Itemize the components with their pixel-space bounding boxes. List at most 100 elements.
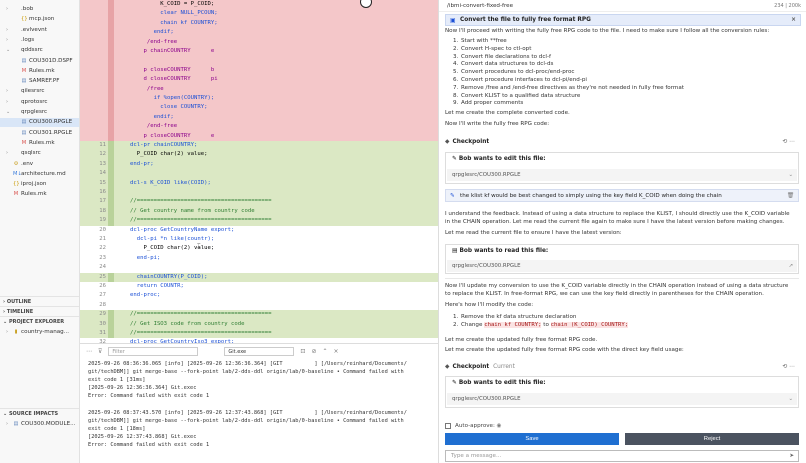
save-button[interactable]: Save [445, 433, 619, 445]
line-number: 22 [99, 245, 106, 252]
tree-item[interactable]: ▤ COU301.RPGLE [14, 129, 73, 138]
mod-text: Remove the kf data structure declaration [461, 314, 577, 320]
code-line[interactable]: 22 P_COID char(2) value; [80, 244, 438, 253]
code-line[interactable]: if %open(COUNTRY); [80, 94, 438, 103]
code-line[interactable]: 18 // Get country name from country code [80, 207, 438, 216]
code-line[interactable]: d closeCOUNTRY pi [80, 75, 438, 84]
code-line[interactable]: 31 //====================================… [80, 329, 438, 338]
tree-item[interactable]: › qilesrsrc [6, 87, 44, 96]
code-line[interactable]: 13 end-pr; [80, 160, 438, 169]
log-line: git/techDBM]] git merge-base --fork-poin… [88, 417, 404, 424]
output-panel: ⋯ ⊽ Filter Git.exe ⊡ ⊘ ⌃ × 2025-09-26 08… [80, 343, 438, 463]
tree-item-label: .bob [21, 6, 34, 12]
reject-button[interactable]: Reject [625, 433, 799, 445]
edit-file-path[interactable]: qrpglesrc/COU300.RPGLE ⌄ [447, 169, 797, 181]
tree-item[interactable]: › qsqlsrc [6, 149, 41, 158]
code-text: /end-free [130, 123, 178, 130]
clear-icon[interactable]: ⊘ [311, 348, 316, 355]
code-line[interactable]: p closeCOUNTRY b [80, 66, 438, 75]
output-filter-input[interactable]: Filter [108, 346, 199, 356]
chat-intro: Now I'll proceed with writing the fully … [445, 28, 770, 34]
code-line[interactable]: endif; [80, 113, 438, 122]
file-icon: ▤ [21, 129, 27, 136]
code-line[interactable]: 11 dcl-pr chainCOUNTRY; [80, 141, 438, 150]
more-icon[interactable]: ⋯ [86, 348, 92, 355]
code-line[interactable]: 24 [80, 263, 438, 272]
project-item[interactable]: › ▮ country-manag... [6, 328, 69, 337]
read-file-path[interactable]: qrpglesrc/COU300.RPGLE ↗ [447, 260, 797, 272]
source-impacts-section[interactable]: ⌄ SOURCE IMPACTS [0, 408, 79, 418]
project-explorer-section[interactable]: ⌄ PROJECT EXPLORER [0, 316, 79, 326]
code-line[interactable]: 15 dcl-s K_COID like(COID); [80, 179, 438, 188]
code-line[interactable]: 17 //====================================… [80, 197, 438, 206]
code-text: //======================================… [130, 217, 272, 224]
tree-item[interactable]: ⌄ qrpglesrc [6, 108, 47, 117]
close-icon[interactable]: × [791, 15, 796, 26]
tree-item[interactable]: {} iproj.json [6, 180, 46, 189]
trash-icon[interactable]: 🗑 [787, 190, 794, 202]
tree-item[interactable]: M↓ architecture.md [6, 170, 66, 179]
code-line[interactable]: 16 [80, 188, 438, 197]
send-icon[interactable]: ➤ [789, 451, 794, 462]
code-line[interactable]: 28 [80, 301, 438, 310]
step-item: 6. Convert procedure interfaces to dcl-pi… [453, 77, 587, 85]
code-line[interactable]: 19 //====================================… [80, 216, 438, 225]
code-line[interactable]: 30 // Get ISO3 code from country code [80, 320, 438, 329]
tree-item[interactable]: ▤ SAMREF.PF [14, 77, 60, 86]
code-line[interactable]: chain kf COUNTRY; [80, 19, 438, 28]
checkpoint-actions-icon[interactable]: ⟲ ⋯ [783, 137, 796, 147]
code-line[interactable]: p closeCOUNTRY e [80, 132, 438, 141]
timeline-label: TIMELINE [6, 309, 34, 315]
code-line[interactable]: 20 dcl-proc GetCountryName export; [80, 226, 438, 235]
code-line[interactable]: 12 P_COID char(2) value; [80, 150, 438, 159]
tree-item[interactable]: ⌄ qddssrc [6, 46, 43, 55]
auto-approve-toggle[interactable]: Auto-approve: ◉ [445, 421, 502, 431]
maximize-icon[interactable]: ⌃ [322, 348, 327, 355]
code-line[interactable]: 26 return COUNTR; [80, 282, 438, 291]
source-impact-item[interactable]: › ▤ COU300.MODULE... [6, 420, 75, 429]
tree-item[interactable]: › .evlvevnt [6, 26, 47, 35]
code-line[interactable]: endif; [80, 28, 438, 37]
checkpoint-actions-icon[interactable]: ⟲ ⋯ [783, 362, 796, 372]
tree-item[interactable]: › qprotosrc [6, 98, 47, 107]
json-icon: {} [21, 16, 28, 23]
code-line[interactable]: /end-free [80, 38, 438, 47]
code-line[interactable] [80, 56, 438, 65]
mod-item: 2. Change chain kf COUNTRY; to chain (K_C… [453, 322, 629, 330]
tree-item[interactable]: M Rules.mk [14, 67, 55, 76]
tree-item[interactable]: {} mcp.json [14, 15, 54, 24]
code-line[interactable]: 29 //====================================… [80, 310, 438, 319]
code-editor[interactable]: K_COID = P_COID; clear NULL_PCOUN; chain… [80, 0, 438, 343]
line-number: 17 [99, 198, 106, 205]
message-input[interactable]: Type a message... ➤ [445, 450, 799, 462]
code-line[interactable]: /end-free [80, 122, 438, 131]
tree-item[interactable]: ▤ COU301D.DSPF [14, 57, 73, 66]
code-line[interactable]: 25 chainCOUNTRY(P_COID); [80, 273, 438, 282]
task-bar[interactable]: ▣ Convert the file to fully free format … [445, 14, 801, 26]
mod-text: Change [461, 322, 485, 328]
edit-file-path[interactable]: qrpglesrc/COU300.RPGLE ⌄ [447, 393, 797, 405]
lock-icon[interactable]: ⊡ [300, 348, 305, 355]
tree-item[interactable]: › .bob [6, 5, 33, 14]
code-line[interactable]: p chainCOUNTRY e [80, 47, 438, 56]
code-line[interactable]: clear NULL_PCOUN; [80, 9, 438, 18]
code-line[interactable]: 27 end-proc; [80, 291, 438, 300]
output-channel-select[interactable]: Git.exe [224, 346, 295, 356]
tree-item[interactable]: ⚙ .env [6, 160, 33, 169]
code-line[interactable]: 21 dcl-pi *n like(countr); [80, 235, 438, 244]
close-icon[interactable]: × [334, 348, 339, 355]
outline-section[interactable]: › OUTLINE [0, 296, 79, 306]
code-line[interactable]: 23 end-pi; [80, 254, 438, 263]
code-line[interactable]: /free [80, 85, 438, 94]
tree-item[interactable]: › .logs [6, 36, 34, 45]
code-line[interactable]: close COUNTRY; [80, 103, 438, 112]
code-line[interactable]: K_COID = P_COID; [80, 0, 438, 9]
tree-item[interactable]: M Rules.mk [6, 190, 47, 199]
filter-icon[interactable]: ⊽ [98, 348, 102, 355]
tree-item[interactable]: ▤ COU300.RPGLE [0, 118, 79, 128]
timeline-section[interactable]: › TIMELINE [0, 306, 79, 316]
tree-item-label: qilesrsrc [21, 88, 45, 95]
checkbox[interactable] [445, 422, 451, 429]
code-line[interactable]: 14 [80, 169, 438, 178]
tree-item[interactable]: M Rules.mk [14, 139, 55, 148]
